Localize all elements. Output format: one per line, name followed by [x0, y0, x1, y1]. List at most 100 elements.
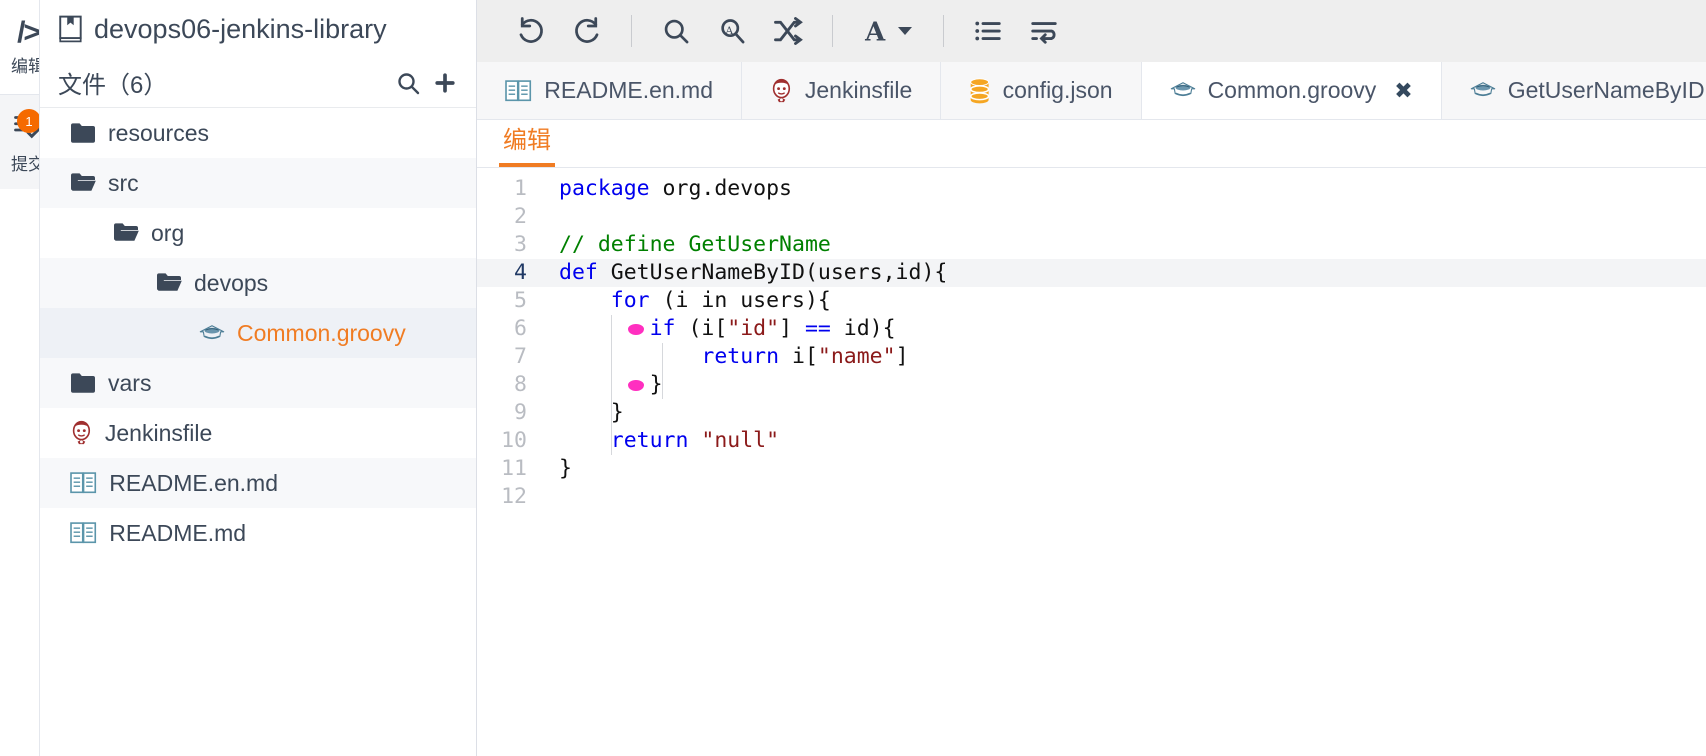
rail-item-commit[interactable]: 1 提交 [0, 95, 39, 189]
code-text: if (i["id"] == id){ [545, 315, 896, 343]
plus-icon[interactable] [434, 72, 456, 94]
code-line[interactable]: 7 return i["name"] [477, 343, 1706, 371]
code-line[interactable]: 3 // define GetUserName [477, 231, 1706, 259]
file-sidebar: devops06-jenkins-library 文件（6） resources [40, 0, 477, 756]
tree-item-readme-md[interactable]: README.md [40, 508, 476, 558]
find-button[interactable] [648, 7, 704, 55]
code-line[interactable]: 4 def GetUserNameByID(users,id){ [477, 259, 1706, 287]
search-icon[interactable] [396, 71, 420, 95]
line-number: 7 [514, 344, 527, 369]
code-token: ] [895, 344, 909, 369]
code-text: return "null" [545, 427, 779, 455]
code-lines[interactable]: 1 package org.devops 2 3 // define GetUserNa… [477, 168, 1706, 756]
main-panel: A A README.en.md Jenkinsfile config.json… [477, 0, 1706, 756]
chevron-down-icon [898, 27, 912, 35]
code-line[interactable]: 1 package org.devops [477, 175, 1706, 203]
line-number: 1 [514, 176, 527, 201]
wrap-button[interactable] [1016, 7, 1072, 55]
code-text: return i["name"] [545, 343, 909, 371]
code-line[interactable]: 2 [477, 203, 1706, 231]
folder-open-icon [156, 272, 182, 293]
folder-closed-icon [70, 122, 96, 144]
line-number: 9 [514, 400, 527, 425]
tree-item-resources[interactable]: resources [40, 108, 476, 158]
code-line[interactable]: 8 } [477, 371, 1706, 399]
tree-item-label: org [151, 219, 185, 246]
code-text: } [545, 455, 572, 483]
font-button[interactable]: A [849, 7, 927, 55]
tree-item-label: README.md [109, 519, 247, 546]
markdown-book-icon [505, 79, 532, 102]
code-editor[interactable]: 1 package org.devops 2 3 // define GetUserNa… [477, 168, 1706, 756]
tab-label: README.en.md [544, 77, 714, 103]
close-icon[interactable]: ✖ [1394, 79, 1412, 102]
tab-common-groovy[interactable]: Common.groovy ✖ [1141, 62, 1442, 119]
repository-title: devops06-jenkins-library [94, 13, 387, 44]
tree-item-common-groovy[interactable]: Common.groovy [40, 308, 476, 358]
svg-text:A: A [724, 25, 733, 37]
rail-item-edit-label: 编辑 [11, 56, 39, 76]
folder-open-icon [113, 222, 139, 243]
svg-text:A: A [864, 18, 886, 45]
tab-jenkinsfile[interactable]: Jenkinsfile [742, 62, 942, 119]
rail-item-edit[interactable]: /> 编辑 [0, 0, 39, 94]
code-line[interactable]: 12 [477, 483, 1706, 511]
code-token: } [559, 400, 624, 425]
tree-item-label: Jenkinsfile [104, 419, 213, 446]
code-token: == [804, 316, 831, 341]
tree-item-org[interactable]: org [40, 208, 476, 258]
shuffle-button[interactable] [760, 7, 816, 55]
tab-label: Common.groovy [1207, 77, 1377, 103]
code-line[interactable]: 11} [477, 455, 1706, 483]
tree-item-label: devops [194, 269, 269, 296]
code-text: package org.devops [545, 175, 792, 203]
code-token: if [649, 316, 676, 341]
jenkins-icon [770, 78, 793, 104]
line-number: 8 [514, 372, 527, 397]
tree-item-readme-en-md[interactable]: README.en.md [40, 458, 476, 508]
code-token: return [610, 428, 689, 453]
tab-readme-en-md[interactable]: README.en.md [477, 62, 743, 119]
find-replace-button[interactable]: A [704, 7, 760, 55]
tab-label: config.json [1002, 77, 1113, 103]
code-line[interactable]: 5 for (i in users){ [477, 287, 1706, 315]
code-token: def [559, 260, 598, 285]
line-number: 11 [501, 456, 527, 481]
code-token: (i in users){ [649, 288, 831, 313]
groovy-icon [1170, 81, 1196, 99]
tree-item-label: src [108, 169, 139, 196]
line-number: 2 [514, 204, 527, 229]
code-token: package [559, 176, 650, 201]
code-line[interactable]: 6 if (i["id"] == id){ [477, 315, 1706, 343]
redo-button[interactable] [559, 7, 615, 55]
editor-toolbar: A A [477, 0, 1706, 62]
groovy-icon [1470, 81, 1496, 99]
editor-tab-edit[interactable]: 编辑 [499, 120, 555, 167]
toolbar-divider-3 [943, 15, 944, 47]
code-token: "null" [701, 428, 780, 453]
code-text: // define GetUserName [545, 231, 831, 259]
list-button[interactable] [960, 7, 1016, 55]
file-tab-bar: README.en.md Jenkinsfile config.json Com… [477, 62, 1706, 120]
activity-rail: /> 编辑 1 提交 [0, 0, 40, 756]
code-text: for (i in users){ [545, 287, 831, 315]
tab-config-json[interactable]: config.json [941, 62, 1142, 119]
tree-item-jenkinsfile[interactable]: Jenkinsfile [40, 408, 476, 458]
undo-button[interactable] [503, 7, 559, 55]
tree-item-label: README.en.md [109, 469, 279, 496]
code-text: } [545, 371, 663, 399]
code-text: } [545, 399, 624, 427]
tab-label: Jenkinsfile [804, 77, 913, 103]
tab-getusernamebyid-groovy[interactable]: GetUserNameByID.groovy [1441, 62, 1706, 119]
code-token: id){ [830, 316, 896, 341]
code-line[interactable]: 9 } [477, 399, 1706, 427]
code-line[interactable]: 10 return "null" [477, 427, 1706, 455]
tree-item-vars[interactable]: vars [40, 358, 476, 408]
tree-item-src[interactable]: src [40, 158, 476, 208]
code-token: return [701, 344, 780, 369]
tree-item-devops[interactable]: devops [40, 258, 476, 308]
